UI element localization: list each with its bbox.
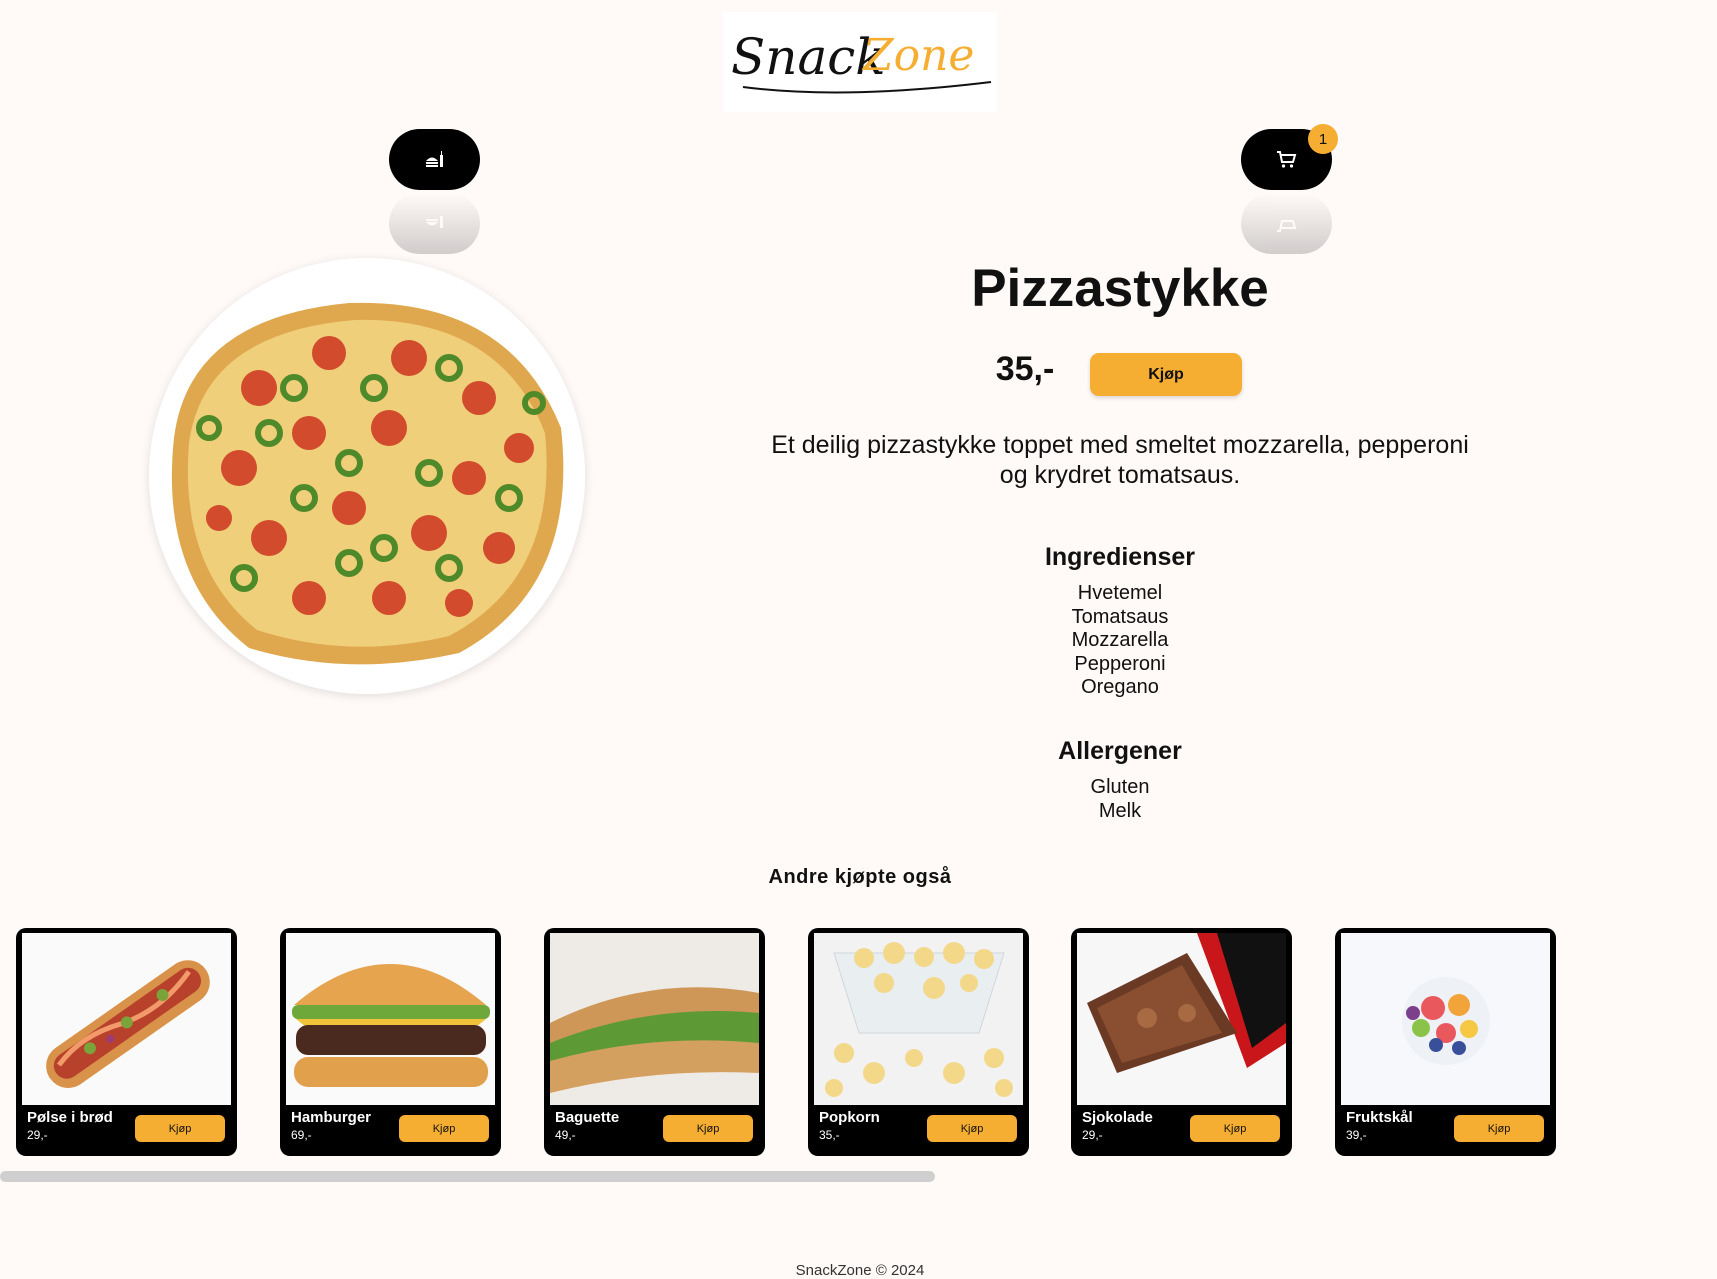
card-price: 39,- bbox=[1346, 1128, 1367, 1142]
also-bought-heading: Andre kjøpte også bbox=[768, 866, 952, 888]
allergens-list: Gluten Melk bbox=[920, 776, 1320, 823]
card-price: 69,- bbox=[291, 1128, 312, 1142]
product-description: Et deilig pizzastykke toppet med smeltet… bbox=[771, 431, 1469, 489]
product-price: 35,- bbox=[995, 350, 1055, 388]
product-card-sjokolade[interactable]: Sjokolade 29,- Kjøp bbox=[1071, 928, 1292, 1156]
card-buy-button[interactable]: Kjøp bbox=[663, 1115, 753, 1142]
card-name: Pølse i brød bbox=[27, 1109, 113, 1126]
fruit-bowl-image bbox=[1341, 933, 1550, 1105]
card-name: Fruktskål bbox=[1346, 1109, 1413, 1126]
card-price: 49,- bbox=[555, 1128, 576, 1142]
footer-text: SnackZone © 2024 bbox=[795, 1262, 925, 1279]
menu-button-reflection bbox=[389, 193, 480, 254]
hamburger-image bbox=[286, 933, 495, 1105]
card-price: 29,- bbox=[27, 1128, 48, 1142]
product-card-popkorn[interactable]: Popkorn 35,- Kjøp bbox=[808, 928, 1029, 1156]
product-card-polse[interactable]: Pølse i brød 29,- Kjøp bbox=[16, 928, 237, 1156]
buy-button[interactable]: Kjøp bbox=[1090, 353, 1242, 396]
ingredient-item: Oregano bbox=[1081, 676, 1159, 698]
popcorn-image bbox=[814, 933, 1023, 1105]
card-buy-button[interactable]: Kjøp bbox=[1190, 1115, 1280, 1142]
chocolate-image bbox=[1077, 933, 1286, 1105]
hotdog-image bbox=[22, 933, 231, 1105]
cart-icon-reflection bbox=[1276, 220, 1296, 233]
product-card-hamburger[interactable]: Hamburger 69,- Kjøp bbox=[280, 928, 501, 1156]
ingredients-heading: Ingredienser bbox=[1044, 543, 1196, 571]
product-card-fruktskal[interactable]: Fruktskål 39,- Kjøp bbox=[1335, 928, 1556, 1156]
logo-image: Snack Zone bbox=[731, 28, 992, 94]
pizza-image bbox=[149, 258, 585, 694]
ingredients-list: Hvetemel Tomatsaus Mozzarella Pepperoni … bbox=[920, 582, 1320, 700]
food-menu-icon-reflection bbox=[425, 216, 443, 229]
ingredient-item: Tomatsaus bbox=[1071, 605, 1169, 628]
snackzone-logo[interactable]: Snack Zone bbox=[723, 12, 997, 112]
cart-count-badge: 1 bbox=[1308, 124, 1338, 154]
allergen-item: Gluten bbox=[1090, 776, 1150, 798]
card-name: Hamburger bbox=[291, 1109, 372, 1126]
card-buy-button[interactable]: Kjøp bbox=[1454, 1115, 1544, 1142]
product-title: Pizzastykke bbox=[971, 259, 1269, 318]
allergen-item: Melk bbox=[1098, 799, 1142, 822]
product-card-baguette[interactable]: Baguette 49,- Kjøp bbox=[544, 928, 765, 1156]
card-price: 29,- bbox=[1082, 1128, 1103, 1142]
card-name: Baguette bbox=[555, 1109, 620, 1126]
food-menu-icon bbox=[425, 150, 443, 167]
menu-button[interactable] bbox=[389, 129, 480, 190]
cart-button-reflection bbox=[1241, 193, 1332, 254]
ingredient-item: Hvetemel bbox=[1077, 582, 1163, 604]
card-name: Popkorn bbox=[819, 1109, 880, 1126]
card-buy-button[interactable]: Kjøp bbox=[135, 1115, 225, 1142]
ingredient-item: Mozzarella bbox=[1071, 629, 1169, 651]
carousel-scrollbar[interactable] bbox=[0, 1171, 935, 1182]
svg-text:Zone: Zone bbox=[861, 30, 974, 81]
ingredient-item: Pepperoni bbox=[1074, 652, 1166, 675]
card-buy-button[interactable]: Kjøp bbox=[927, 1115, 1017, 1142]
card-name: Sjokolade bbox=[1082, 1109, 1153, 1126]
allergens-heading: Allergener bbox=[1058, 737, 1182, 765]
baguette-image bbox=[550, 933, 759, 1105]
card-price: 35,- bbox=[819, 1128, 840, 1142]
card-buy-button[interactable]: Kjøp bbox=[399, 1115, 489, 1142]
cart-icon bbox=[1276, 150, 1296, 168]
